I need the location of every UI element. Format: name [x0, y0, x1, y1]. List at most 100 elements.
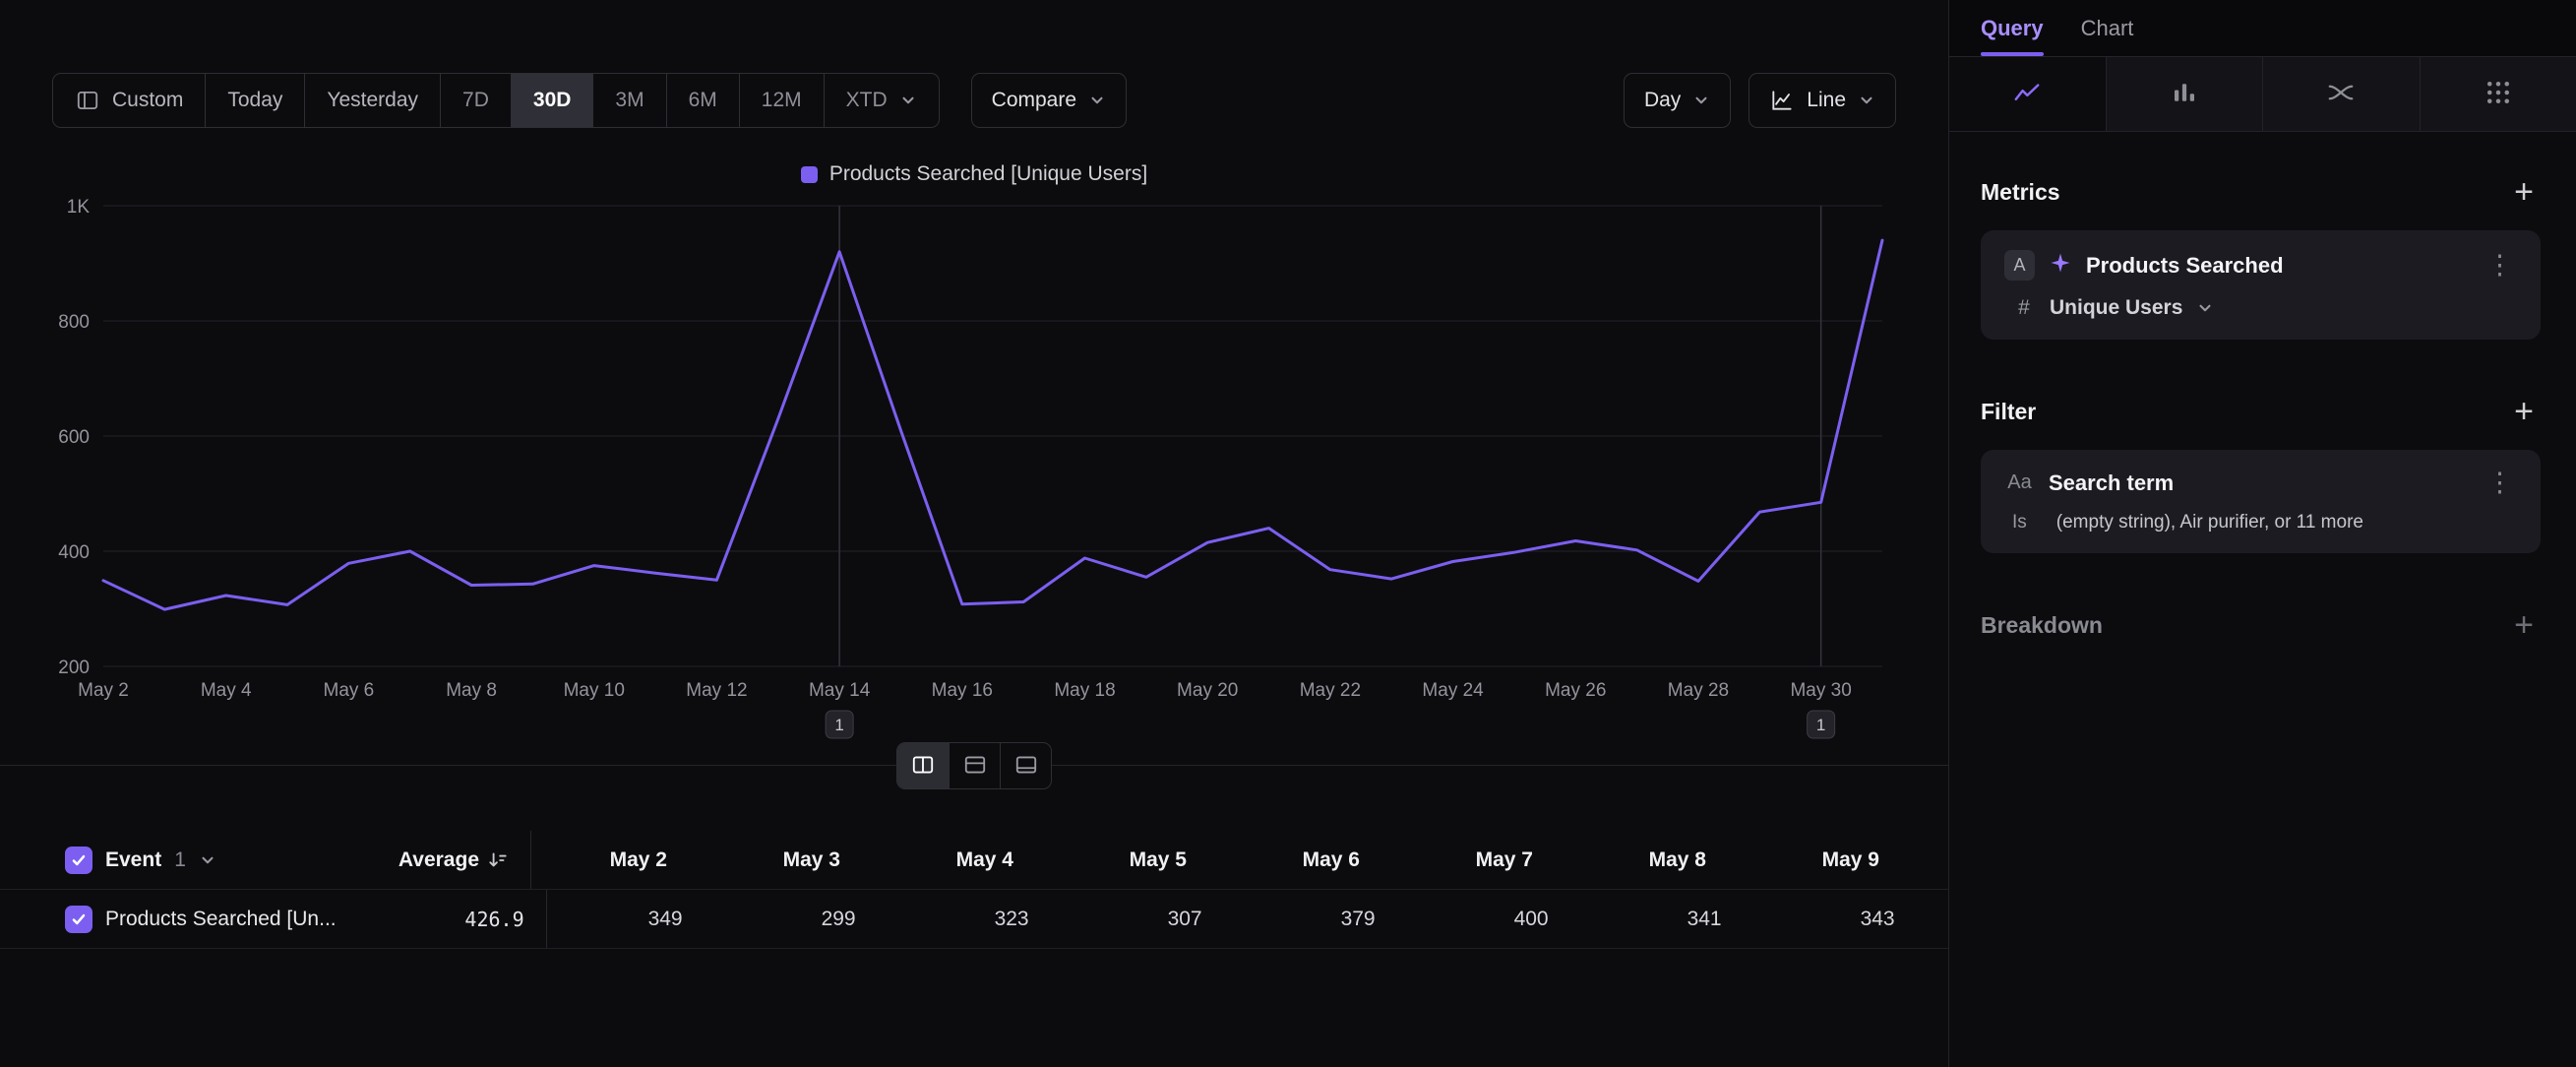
date-column-header: May 8 — [1533, 848, 1706, 872]
svg-text:May 6: May 6 — [324, 680, 375, 701]
date-range-custom-button[interactable]: Custom — [53, 74, 205, 127]
chevron-down-icon[interactable] — [199, 851, 216, 869]
chart-area: 1K800600400200May 2May 4May 6May 8May 10… — [52, 189, 1896, 740]
svg-text:May 8: May 8 — [446, 680, 497, 701]
date-range-control: Custom Today Yesterday 7D 30D 3M 6M 12M … — [52, 73, 940, 128]
select-all-checkbox[interactable] — [65, 847, 92, 874]
date-range-xtd-label: XTD — [846, 89, 888, 112]
event-header-label: Event — [105, 848, 161, 872]
filter-operator[interactable]: Is — [2012, 512, 2027, 534]
filter-title: Filter — [1981, 399, 2036, 425]
granularity-dropdown[interactable]: Day — [1624, 73, 1731, 128]
svg-text:200: 200 — [58, 658, 90, 678]
date-range-3m-button[interactable]: 3M — [592, 74, 665, 127]
chart-style-label: Line — [1807, 89, 1846, 112]
query-sidebar: Query Chart — [1948, 0, 2576, 1067]
filter-card[interactable]: Aa Search term ⋮ Is (empty string), Air … — [1981, 450, 2541, 553]
main-panel: Custom Today Yesterday 7D 30D 3M 6M 12M … — [0, 0, 1948, 1067]
date-column-header: May 4 — [840, 848, 1013, 872]
svg-text:May 10: May 10 — [564, 680, 625, 701]
metric-letter-badge: A — [2004, 250, 2035, 281]
date-column-header: May 9 — [1706, 848, 1879, 872]
date-range-7d-button[interactable]: 7D — [440, 74, 511, 127]
svg-text:May 18: May 18 — [1054, 680, 1115, 701]
row-checkbox[interactable] — [65, 906, 92, 933]
filter-property-name: Search term — [2049, 471, 2469, 496]
svg-text:May 20: May 20 — [1177, 680, 1238, 701]
date-range-12m-button[interactable]: 12M — [739, 74, 824, 127]
date-column-header: May 5 — [1013, 848, 1187, 872]
aggregation-label[interactable]: Unique Users — [2050, 296, 2182, 320]
chart-type-bar-tab[interactable] — [2106, 57, 2263, 131]
row-value: 343 — [1722, 908, 1895, 931]
metrics-title: Metrics — [1981, 179, 2060, 206]
row-value: 307 — [1029, 908, 1202, 931]
filter-kebab-menu[interactable]: ⋮ — [2483, 470, 2517, 496]
date-range-today-button[interactable]: Today — [205, 74, 304, 127]
average-header-cell[interactable]: Average — [321, 848, 509, 872]
svg-text:1: 1 — [1816, 716, 1825, 734]
row-value: 323 — [856, 908, 1029, 931]
date-range-6m-button[interactable]: 6M — [666, 74, 739, 127]
toolbar-right-group: Day Line — [1624, 73, 1896, 128]
add-breakdown-button[interactable]: + — [2507, 608, 2541, 642]
date-range-custom-label: Custom — [112, 89, 183, 112]
chart-type-line-tab[interactable] — [1949, 57, 2106, 131]
tab-chart[interactable]: Chart — [2081, 0, 2134, 56]
chart-table-divider — [0, 765, 1948, 766]
svg-text:May 2: May 2 — [78, 680, 129, 701]
metric-card[interactable]: A Products Searched ⋮ # Unique Users — [1981, 230, 2541, 340]
bar-chart-icon — [2170, 78, 2199, 110]
chevron-down-icon[interactable] — [2196, 299, 2214, 317]
compare-button[interactable]: Compare — [971, 73, 1127, 128]
check-icon — [70, 851, 88, 869]
svg-text:May 26: May 26 — [1545, 680, 1606, 701]
date-range-xtd-button[interactable]: XTD — [824, 74, 939, 127]
filter-section-header: Filter + — [1981, 395, 2541, 428]
table-header-row: Event 1 Average May 2 May 3 May 4 May 5 — [0, 831, 1948, 890]
app-root: Custom Today Yesterday 7D 30D 3M 6M 12M … — [0, 0, 2576, 1067]
line-chart-icon — [1769, 88, 1795, 113]
line-chart[interactable]: 1K800600400200May 2May 4May 6May 8May 10… — [52, 189, 1896, 740]
svg-text:May 16: May 16 — [932, 680, 993, 701]
date-range-30d-button[interactable]: 30D — [511, 74, 593, 127]
date-range-yesterday-button[interactable]: Yesterday — [304, 74, 440, 127]
chart-type-flows-tab[interactable] — [2262, 57, 2420, 131]
layout-bottom-button[interactable] — [1000, 743, 1051, 788]
check-icon — [70, 910, 88, 928]
add-metric-button[interactable]: + — [2507, 175, 2541, 209]
row-label-cell: Products Searched [Un... — [65, 906, 337, 933]
line-chart-icon — [2012, 78, 2042, 110]
layout-top-button[interactable] — [949, 743, 1000, 788]
row-name: Products Searched [Un... — [105, 908, 337, 931]
legend-swatch — [801, 166, 818, 183]
filter-condition-row: Is (empty string), Air purifier, or 11 m… — [2004, 512, 2517, 534]
legend-label: Products Searched [Unique Users] — [829, 162, 1147, 186]
metrics-section-header: Metrics + — [1981, 175, 2541, 209]
row-value: 349 — [547, 908, 683, 931]
svg-text:1K: 1K — [67, 197, 91, 218]
layout-split-button[interactable] — [897, 743, 949, 788]
date-column-header: May 6 — [1187, 848, 1360, 872]
row-value: 400 — [1376, 908, 1549, 931]
metric-kebab-menu[interactable]: ⋮ — [2483, 252, 2517, 279]
table-row: Products Searched [Un... 426.9 349 299 3… — [0, 890, 1948, 949]
string-type-icon: Aa — [2004, 471, 2035, 494]
layout-bottom-pane-icon — [1013, 752, 1039, 781]
svg-text:800: 800 — [58, 312, 90, 333]
chart-type-more-tab[interactable] — [2420, 57, 2576, 131]
event-header-cell: Event 1 — [65, 847, 321, 874]
tab-query[interactable]: Query — [1981, 0, 2044, 56]
svg-text:May 30: May 30 — [1790, 680, 1851, 701]
date-column-header: May 2 — [531, 848, 667, 872]
event-count: 1 — [174, 848, 186, 872]
row-average-value: 426.9 — [464, 908, 523, 931]
breakdown-section-header: Breakdown + — [1981, 608, 2541, 642]
chart-style-dropdown[interactable]: Line — [1748, 73, 1896, 128]
row-average-cell: 426.9 — [337, 908, 524, 931]
filter-value[interactable]: (empty string), Air purifier, or 11 more — [2056, 512, 2363, 534]
add-filter-button[interactable]: + — [2507, 395, 2541, 428]
filter-card-main-row: Aa Search term ⋮ — [2004, 470, 2517, 496]
row-value: 341 — [1549, 908, 1722, 931]
custom-date-icon — [75, 88, 100, 113]
